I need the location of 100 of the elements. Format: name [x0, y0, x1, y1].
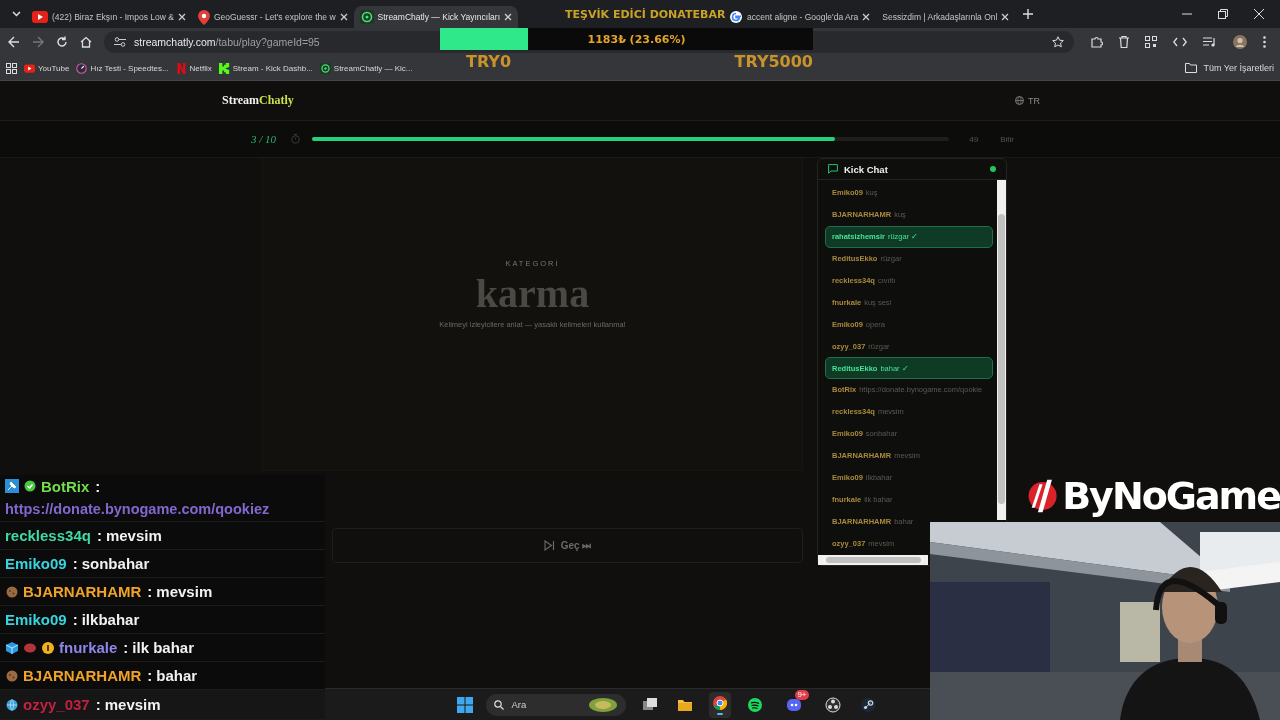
- star-icon[interactable]: [1052, 36, 1064, 48]
- separator: :: [95, 696, 101, 713]
- round-counter: 3 / 10: [251, 133, 278, 145]
- search-icon: [493, 699, 504, 710]
- close-icon[interactable]: [339, 13, 348, 21]
- goal-min: TRY0: [466, 51, 512, 71]
- browser-tab[interactable]: GeoGuessr - Let's explore the w: [191, 6, 354, 28]
- close-icon[interactable]: [862, 13, 871, 21]
- browser-tab[interactable]: Sessizdim | Arkadaşlarınla Onl: [876, 6, 1016, 28]
- skip-button[interactable]: Geç ⏭: [332, 528, 803, 563]
- map-pin-icon: [197, 9, 210, 25]
- dropdown-caret-icon[interactable]: [11, 11, 21, 17]
- folder-icon: [1185, 63, 1198, 73]
- goal-max: TRY5000: [734, 51, 813, 71]
- close-icon[interactable]: [177, 13, 186, 21]
- task-view-icon[interactable]: [641, 696, 658, 713]
- separator: :: [147, 583, 153, 600]
- discord-icon[interactable]: [785, 696, 802, 713]
- avatar-icon[interactable]: [1233, 35, 1247, 49]
- chat-message-text: mevsim: [104, 696, 161, 713]
- plus-icon[interactable]: [1023, 9, 1034, 19]
- chat-username: fnurkale: [59, 639, 118, 656]
- separator: :: [72, 555, 78, 572]
- chat-message-text: mevsim: [156, 583, 213, 600]
- cookie-badge-icon: [5, 668, 19, 683]
- chat-username: ozyy_037: [23, 696, 90, 713]
- google-icon: [729, 10, 744, 24]
- reload-icon[interactable]: [56, 36, 68, 48]
- site-logo[interactable]: StreamChatly: [222, 93, 294, 108]
- site-settings-icon: [114, 37, 126, 47]
- donation-amount: 1183₺ (23.66%): [587, 32, 686, 46]
- chat-message-text: mevsim: [105, 527, 162, 544]
- media-queue-icon[interactable]: [1203, 37, 1217, 47]
- close-icon[interactable]: [504, 13, 513, 21]
- chat-link[interactable]: https://donate.bynogame.com/qookiez: [5, 501, 270, 517]
- taskbar-search-field[interactable]: Ara: [485, 693, 626, 716]
- qr-code-icon[interactable]: [1145, 36, 1157, 48]
- url-text: streamchatly.com/tabu/play?gameId=95: [134, 36, 320, 48]
- close-icon[interactable]: [1001, 13, 1010, 21]
- close-icon[interactable]: [1254, 9, 1264, 19]
- obs-icon[interactable]: [824, 696, 841, 713]
- steam-icon[interactable]: [859, 696, 876, 713]
- separator: :: [123, 639, 129, 656]
- browser-tab[interactable]: (422) Biraz Ekşın - Impos Low &: [26, 6, 192, 28]
- video-play-icon: [32, 11, 48, 23]
- code-brackets-icon[interactable]: [1173, 37, 1187, 47]
- timer-icon: [291, 134, 300, 144]
- forward-arrow-icon[interactable]: [32, 36, 44, 48]
- bookmark[interactable]: StreamChatly — Kic...: [319, 62, 413, 74]
- trash-icon[interactable]: [1119, 36, 1129, 48]
- taskbar-button[interactable]: [708, 691, 731, 718]
- chat-message-text: sonbahar: [81, 555, 150, 572]
- notification-badge: 9+: [795, 689, 809, 700]
- separator: :: [95, 477, 101, 495]
- kick-k-icon: [218, 62, 230, 74]
- bookmark[interactable]: YouTube: [24, 62, 70, 74]
- verified-badge-icon: [23, 479, 37, 493]
- chat-message-text: ilk bahar: [132, 639, 195, 656]
- spotify-icon[interactable]: [746, 696, 763, 713]
- bookmark[interactable]: Hız Testi - Speedtes...: [76, 62, 169, 74]
- speed-gauge-icon: [76, 62, 88, 74]
- chat-message-text: ilkbahar: [81, 611, 140, 628]
- horizontal-scrollbar[interactable]: [818, 555, 928, 565]
- cookie-badge-icon: [5, 584, 19, 599]
- chat-username: reckless34q: [5, 527, 91, 544]
- chat-username: Emiko09: [5, 555, 67, 572]
- cube-badge-icon: [5, 640, 19, 655]
- bookmark[interactable]: Netflix: [175, 62, 212, 74]
- chrome-icon[interactable]: [711, 694, 728, 711]
- separator: :: [147, 667, 153, 684]
- windows-start-icon[interactable]: [456, 696, 473, 713]
- bookmark[interactable]: Stream - Kick Dashb...: [218, 62, 313, 74]
- chat-username: Emiko09: [5, 611, 67, 628]
- vertical-scrollbar[interactable]: [997, 180, 1006, 520]
- separator: :: [96, 527, 102, 544]
- panel-title: Kick Chat: [844, 163, 888, 175]
- coin-badge-icon: [41, 640, 55, 655]
- restore-icon[interactable]: [1218, 9, 1228, 19]
- back-arrow-icon[interactable]: [8, 36, 20, 48]
- apps-grid-icon[interactable]: [6, 62, 17, 74]
- home-icon[interactable]: [80, 36, 92, 48]
- taskbar-button[interactable]: 9+: [778, 689, 809, 720]
- secret-word: karma: [475, 272, 590, 316]
- all-bookmarks[interactable]: Tüm Yer İşaretleri: [1185, 63, 1274, 73]
- separator: :: [72, 611, 78, 628]
- video-play-icon: [24, 62, 35, 74]
- netflix-n-icon: [175, 62, 187, 74]
- chat-username: BotRix: [41, 477, 90, 495]
- more-menu-icon[interactable]: [1263, 36, 1266, 48]
- globe-badge-icon: [5, 697, 19, 712]
- browser-tab[interactable]: StreamChatly — Kick Yayıncıları: [353, 6, 519, 28]
- donation-title: TEŞVİK EDİCİ DONATEBAR: [565, 7, 726, 21]
- chat-username: BJARNARHAMR: [23, 583, 142, 600]
- globe-icon[interactable]: [1015, 96, 1024, 105]
- skip-icon: [543, 540, 555, 551]
- language-code[interactable]: TR: [1028, 95, 1040, 106]
- bot-badge-icon: [5, 479, 19, 493]
- brand-logo-text: ByNoGame: [1062, 474, 1280, 518]
- puzzle-icon[interactable]: [1091, 36, 1103, 48]
- time-left: 49: [969, 134, 979, 144]
